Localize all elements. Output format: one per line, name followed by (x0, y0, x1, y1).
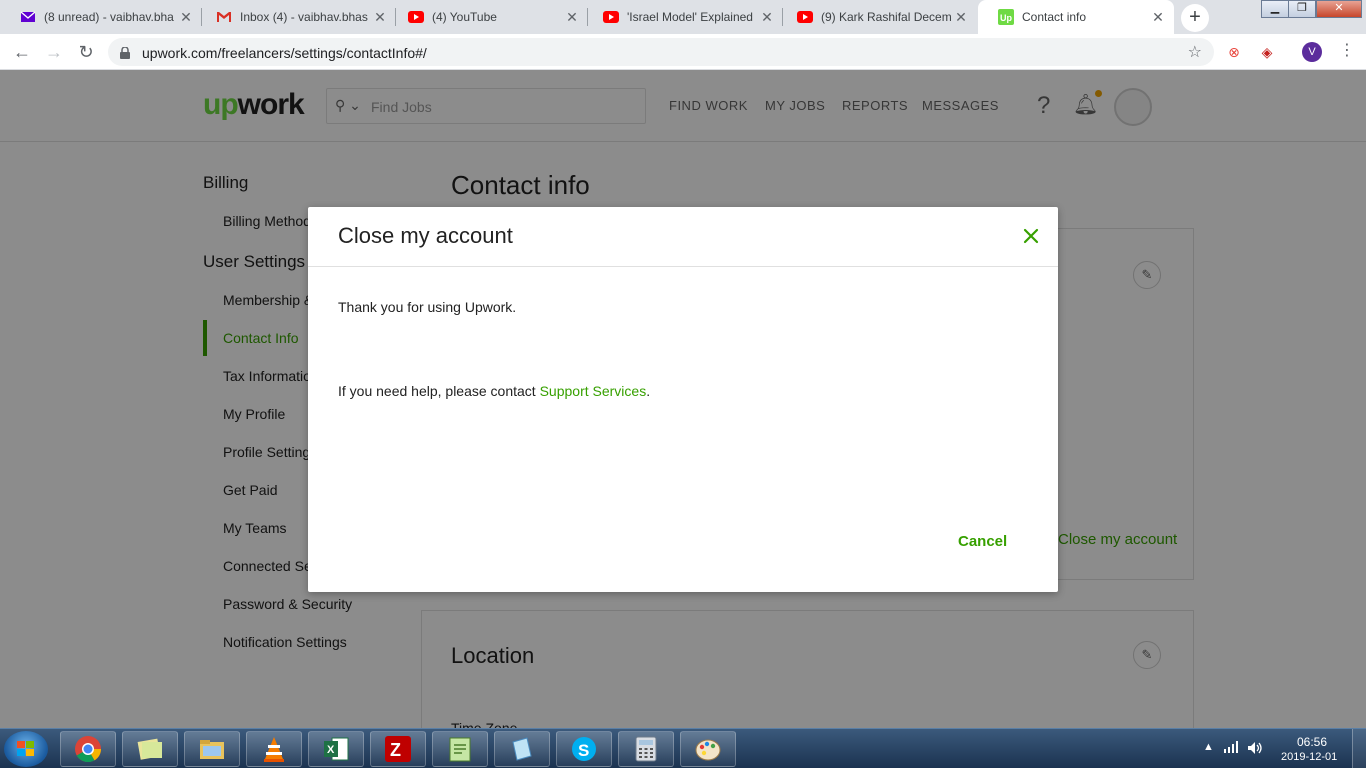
modal-title: Close my account (338, 223, 513, 248)
youtube-icon (797, 9, 813, 25)
profile-avatar[interactable]: V (1302, 42, 1322, 62)
svg-text:S: S (578, 741, 589, 760)
minimize-button[interactable]: ▁ (1261, 0, 1289, 18)
tab-title: Inbox (4) - vaibhav.bhas (240, 10, 368, 24)
help-text-prefix: If you need help, please contact (338, 383, 540, 399)
new-tab-button[interactable]: + (1181, 4, 1209, 32)
browser-menu-icon[interactable]: ⋮ (1339, 40, 1355, 60)
browser-tab-strip: (8 unread) - vaibhav.bha ✕ Inbox (4) - v… (0, 0, 1366, 34)
tab-close-icon[interactable]: ✕ (759, 9, 775, 25)
tab-gmail[interactable]: Inbox (4) - vaibhav.bhas ✕ (196, 0, 396, 34)
windows-taskbar: X Z S ▲ 06:56 2019-12-01 (0, 728, 1366, 768)
tab-close-icon[interactable]: ✕ (953, 9, 969, 25)
tab-close-icon[interactable]: ✕ (372, 9, 388, 25)
clock-date[interactable]: 2019-12-01 (1281, 751, 1337, 763)
filezilla-icon[interactable]: Z (370, 731, 426, 767)
tab-close-icon[interactable]: ✕ (1150, 9, 1166, 25)
forward-arrow-icon[interactable]: → (42, 40, 66, 64)
calculator-icon[interactable] (618, 731, 674, 767)
browser-toolbar: ← → ↻ upwork.com/freelancers/settings/co… (0, 34, 1366, 70)
back-arrow-icon[interactable]: ← (10, 40, 34, 64)
show-desktop-button[interactable] (1352, 729, 1366, 768)
reload-icon[interactable]: ↻ (74, 40, 98, 64)
sticky-notes-icon[interactable] (122, 731, 178, 767)
volume-icon[interactable] (1247, 741, 1263, 758)
tab-close-icon[interactable]: ✕ (178, 9, 194, 25)
bookmark-star-icon[interactable]: ☆ (1188, 42, 1202, 62)
svg-text:Up: Up (1000, 13, 1012, 23)
youtube-icon (408, 9, 424, 25)
file-explorer-icon[interactable] (184, 731, 240, 767)
address-bar[interactable]: upwork.com/freelancers/settings/contactI… (108, 38, 1214, 66)
cancel-button[interactable]: Cancel (958, 533, 1007, 550)
tab-title: (9) Kark Rashifal Decemb (821, 10, 951, 24)
tab-title: Contact info (1022, 10, 1087, 24)
help-text-suffix: . (646, 383, 651, 399)
tab-contact-info[interactable]: Up Contact info ✕ (978, 0, 1174, 34)
notepad-plus-plus-icon[interactable] (432, 731, 488, 767)
chrome-icon[interactable] (60, 731, 116, 767)
notepad-icon[interactable] (494, 731, 550, 767)
support-services-link[interactable]: Support Services (540, 383, 647, 399)
gmail-icon (216, 9, 232, 25)
close-icon[interactable] (1020, 225, 1042, 247)
youtube-icon (603, 9, 619, 25)
network-signal-icon[interactable] (1223, 741, 1239, 756)
tray-arrow-icon[interactable]: ▲ (1203, 741, 1214, 753)
tab-title: 'Israel Model' Explained (627, 10, 753, 24)
maximize-button[interactable]: ❐ (1288, 0, 1316, 18)
svg-text:X: X (327, 744, 335, 756)
upwork-icon: Up (998, 9, 1014, 25)
extension-arrow-icon[interactable]: ◈ (1257, 42, 1277, 62)
extension-icon[interactable]: ⊗ (1224, 42, 1244, 62)
windows-logo-icon (17, 741, 35, 757)
lock-icon (120, 46, 130, 59)
modal-help-text: If you need help, please contact Support… (338, 383, 650, 399)
paint-icon[interactable] (680, 731, 736, 767)
svg-text:Z: Z (390, 740, 401, 760)
tab-israel-model[interactable]: 'Israel Model' Explained ✕ (583, 0, 783, 34)
tab-title: (4) YouTube (432, 10, 497, 24)
modal-thanks-text: Thank you for using Upwork. (338, 299, 517, 315)
start-button[interactable] (4, 731, 48, 767)
window-close-button[interactable]: ✕ (1316, 0, 1362, 18)
tab-title: (8 unread) - vaibhav.bha (44, 10, 174, 24)
vlc-icon[interactable] (246, 731, 302, 767)
tab-youtube[interactable]: (4) YouTube ✕ (388, 0, 588, 34)
excel-icon[interactable]: X (308, 731, 364, 767)
yahoo-mail-icon (20, 9, 36, 25)
tab-yahoo-mail[interactable]: (8 unread) - vaibhav.bha ✕ (0, 0, 202, 34)
url-text: upwork.com/freelancers/settings/contactI… (142, 45, 427, 61)
close-account-modal: Close my account Thank you for using Upw… (308, 207, 1058, 592)
clock-time[interactable]: 06:56 (1297, 735, 1327, 749)
modal-header: Close my account (308, 207, 1058, 267)
tab-kark-rashifal[interactable]: (9) Kark Rashifal Decemb ✕ (777, 0, 977, 34)
tab-close-icon[interactable]: ✕ (564, 9, 580, 25)
skype-icon[interactable]: S (556, 731, 612, 767)
